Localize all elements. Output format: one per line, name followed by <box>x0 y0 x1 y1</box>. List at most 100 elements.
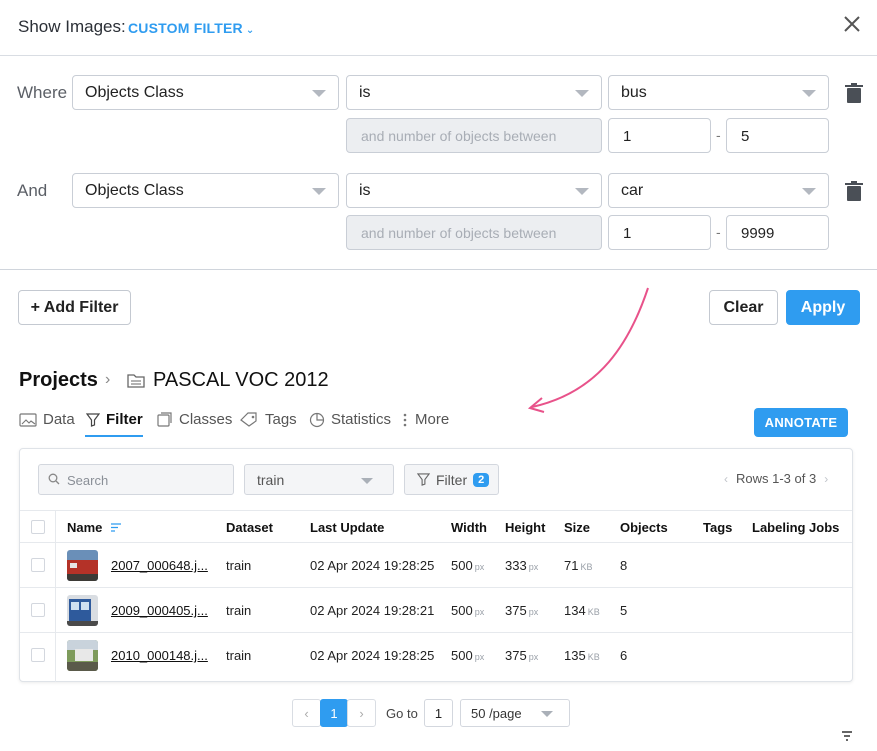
table-row[interactable]: 2007_000648.j... train 02 Apr 2024 19:28… <box>20 543 852 588</box>
column-header-width[interactable]: Width <box>451 520 487 535</box>
min-count-input[interactable]: 1 <box>608 215 711 250</box>
trash-icon[interactable] <box>845 83 863 103</box>
tab-classes[interactable]: Classes <box>157 411 232 428</box>
clear-button[interactable]: Clear <box>709 290 778 325</box>
column-header-labeling-jobs[interactable]: Labeling Jobs <box>752 520 839 535</box>
breadcrumb-projects[interactable]: Projects <box>19 369 98 392</box>
search-input[interactable]: Search <box>38 464 234 495</box>
width-cell: 500 px <box>451 648 484 663</box>
value-select[interactable]: car <box>608 173 829 208</box>
operator-select-value: is <box>359 182 371 199</box>
operator-select[interactable]: is <box>346 173 602 208</box>
value-select[interactable]: bus <box>608 75 829 110</box>
chevron-left-icon: ‹ <box>304 705 309 721</box>
pie-chart-icon <box>309 412 325 427</box>
page-size-select[interactable]: 50 /page <box>460 699 570 727</box>
dataset-cell: train <box>226 558 252 573</box>
max-count-input[interactable]: 9999 <box>726 215 829 250</box>
filter-button[interactable]: Filter 2 <box>404 464 499 495</box>
chevron-down-icon: ⌄ <box>245 25 255 36</box>
range-dash: - <box>716 224 721 240</box>
row-checkbox[interactable] <box>31 558 45 572</box>
tab-statistics[interactable]: Statistics <box>309 411 391 428</box>
column-header-dataset[interactable]: Dataset <box>226 520 273 535</box>
tag-icon <box>240 412 257 427</box>
height-unit: px <box>528 562 539 572</box>
close-icon[interactable] <box>840 12 864 36</box>
modal-title: Show Images: <box>18 17 126 36</box>
column-header-name[interactable]: Name <box>67 520 122 535</box>
row-checkbox[interactable] <box>31 603 45 617</box>
range-dash: - <box>716 127 721 143</box>
column-header-tags[interactable]: Tags <box>703 520 732 535</box>
column-header-last-update[interactable]: Last Update <box>310 520 384 535</box>
image-file-name[interactable]: 2007_000648.j... <box>111 558 208 573</box>
filter-mode-label: CUSTOM FILTER <box>128 20 243 36</box>
column-header-size[interactable]: Size <box>564 520 590 535</box>
chevron-right-icon[interactable]: › <box>824 472 828 486</box>
max-count-input[interactable]: 5 <box>726 118 829 153</box>
chevron-right-icon: › <box>359 705 364 721</box>
last-update-cell: 02 Apr 2024 19:28:21 <box>310 603 435 618</box>
dataset-select[interactable]: train <box>244 464 394 495</box>
filter-mode-dropdown[interactable]: CUSTOM FILTER ⌄ <box>128 20 254 36</box>
select-all-checkbox[interactable] <box>31 520 45 534</box>
row-checkbox[interactable] <box>31 648 45 662</box>
annotation-arrow-icon <box>527 287 649 413</box>
annotate-button[interactable]: ANNOTATE <box>754 408 848 437</box>
table-row[interactable]: 2010_000148.j... train 02 Apr 2024 19:28… <box>20 633 852 678</box>
goto-label: Go to <box>386 706 418 721</box>
operator-select-value: is <box>359 84 371 101</box>
page-button-current[interactable]: 1 <box>320 699 348 727</box>
min-count-input[interactable]: 1 <box>608 118 711 153</box>
field-select[interactable]: Objects Class <box>72 173 339 208</box>
dataset-cell: train <box>226 603 252 618</box>
goto-page-input[interactable]: 1 <box>424 699 453 727</box>
list-filter-icon[interactable] <box>840 731 854 741</box>
objects-cell: 6 <box>620 648 628 663</box>
size-unit: KB <box>587 652 600 662</box>
filter-icon <box>417 473 430 486</box>
table-row[interactable]: 2009_000405.j... train 02 Apr 2024 19:28… <box>20 588 852 633</box>
height-unit: px <box>528 652 539 662</box>
next-page-button[interactable]: › <box>347 699 376 727</box>
page-size-value: 50 /page <box>471 706 522 721</box>
operator-select[interactable]: is <box>346 75 602 110</box>
chevron-right-icon: › <box>105 371 111 388</box>
caret-down-icon <box>541 711 553 717</box>
trash-icon[interactable] <box>845 181 863 201</box>
tab-tags[interactable]: Tags <box>240 411 297 428</box>
column-header-height[interactable]: Height <box>505 520 545 535</box>
filter-button-label: Filter <box>436 471 468 488</box>
rows-info-text: Rows 1-3 of 3 <box>736 471 817 486</box>
column-header-objects[interactable]: Objects <box>620 520 668 535</box>
filter-connector-and: And <box>17 181 48 200</box>
caret-down-icon <box>312 188 326 195</box>
filter-icon <box>86 412 100 427</box>
width-value: 500 <box>451 648 473 663</box>
width-value: 500 <box>451 603 473 618</box>
sort-icon[interactable] <box>111 523 122 532</box>
active-tab-indicator <box>85 435 143 437</box>
chevron-left-icon[interactable]: ‹ <box>724 472 728 486</box>
field-select[interactable]: Objects Class <box>72 75 339 110</box>
apply-button[interactable]: Apply <box>786 290 860 325</box>
search-icon <box>48 473 60 485</box>
image-file-name[interactable]: 2010_000148.j... <box>111 648 208 663</box>
object-count-label: and number of objects between <box>346 118 602 153</box>
last-update-cell: 02 Apr 2024 19:28:25 <box>310 558 435 573</box>
filter-count-badge: 2 <box>473 472 490 487</box>
tab-more[interactable]: More <box>401 411 449 428</box>
width-cell: 500 px <box>451 558 484 573</box>
prev-page-button[interactable]: ‹ <box>292 699 321 727</box>
tab-filter[interactable]: Filter <box>86 411 143 428</box>
field-select-value: Objects Class <box>85 182 184 199</box>
tab-data[interactable]: Data <box>19 411 75 428</box>
size-cell: 135 KB <box>564 648 600 663</box>
image-thumbnail[interactable] <box>67 550 98 581</box>
more-vertical-icon <box>403 413 407 426</box>
image-file-name[interactable]: 2009_000405.j... <box>111 603 208 618</box>
add-filter-button[interactable]: + Add Filter <box>18 290 131 325</box>
image-thumbnail[interactable] <box>67 595 98 626</box>
image-thumbnail[interactable] <box>67 640 98 671</box>
